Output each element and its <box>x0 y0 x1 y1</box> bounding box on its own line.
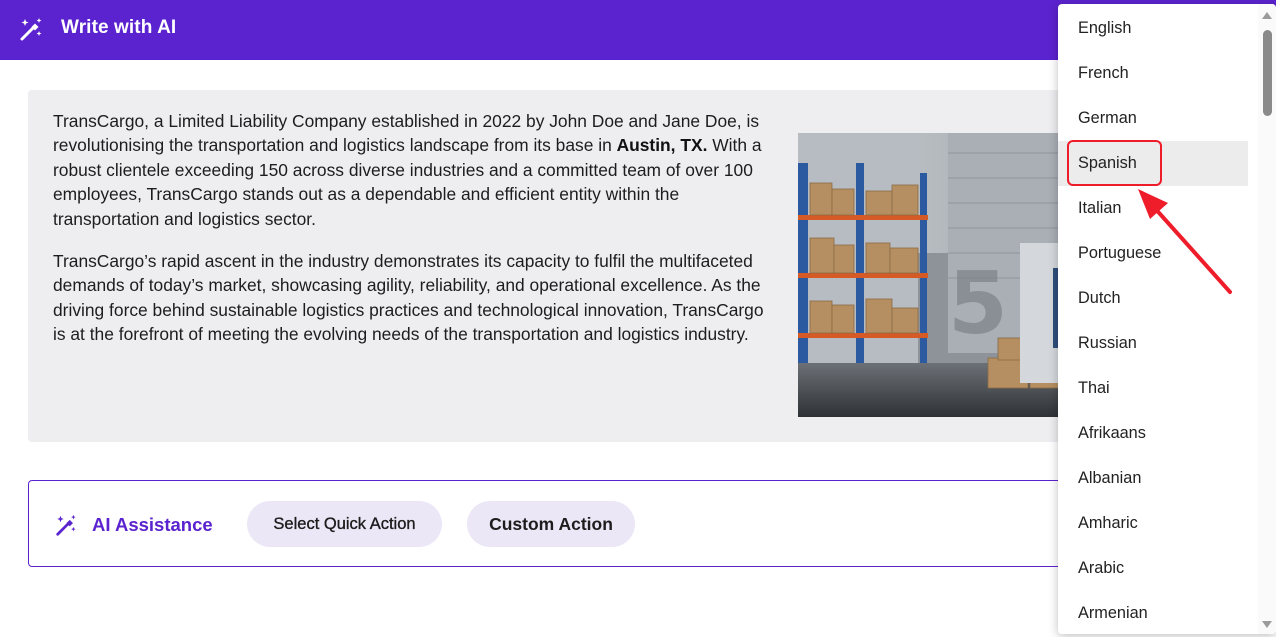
scrollbar-thumb[interactable] <box>1263 30 1272 116</box>
language-option-afrikaans[interactable]: Afrikaans <box>1058 411 1248 456</box>
editor-content-area[interactable]: TransCargo, a Limited Liability Company … <box>28 90 1088 442</box>
paragraph-intro: TransCargo, a Limited Liability Company … <box>53 109 775 231</box>
language-option-french[interactable]: French <box>1058 51 1248 96</box>
scroll-down-arrow-icon[interactable] <box>1262 621 1272 628</box>
paragraph-bold-text: Austin, TX. <box>616 135 708 156</box>
ai-assistance-label: AI Assistance <box>92 514 213 535</box>
scroll-up-arrow-icon[interactable] <box>1262 12 1272 19</box>
page-title: Write with AI <box>61 17 177 38</box>
paragraph-growth: TransCargo’s rapid ascent in the industr… <box>53 251 764 345</box>
language-option-thai[interactable]: Thai <box>1058 366 1248 411</box>
language-option-arabic[interactable]: Arabic <box>1058 546 1248 591</box>
language-option-german[interactable]: German <box>1058 96 1248 141</box>
language-option-amharic[interactable]: Amharic <box>1058 501 1248 546</box>
magic-wand-icon <box>20 18 42 41</box>
language-option-albanian[interactable]: Albanian <box>1058 456 1248 501</box>
language-dropdown-list[interactable]: English French German Spanish Italian Po… <box>1058 4 1276 634</box>
warehouse-photo-illustration: 5 <box>798 133 1088 417</box>
warehouse-photo: 5 <box>798 133 1088 417</box>
language-option-russian[interactable]: Russian <box>1058 321 1248 366</box>
highlight-annotation-box <box>1067 140 1162 186</box>
custom-action-button[interactable]: Custom Action <box>467 501 635 547</box>
language-option-english[interactable]: English <box>1058 6 1248 51</box>
annotation-arrow-icon <box>1138 189 1232 294</box>
ai-assistance-bar: AI Assistance Select Quick Action Custom… <box>28 480 1088 567</box>
dropdown-scrollbar[interactable] <box>1258 4 1276 634</box>
language-option-armenian[interactable]: Armenian <box>1058 591 1248 634</box>
magic-wand-icon <box>56 514 76 536</box>
select-quick-action-button[interactable]: Select Quick Action <box>247 501 442 547</box>
